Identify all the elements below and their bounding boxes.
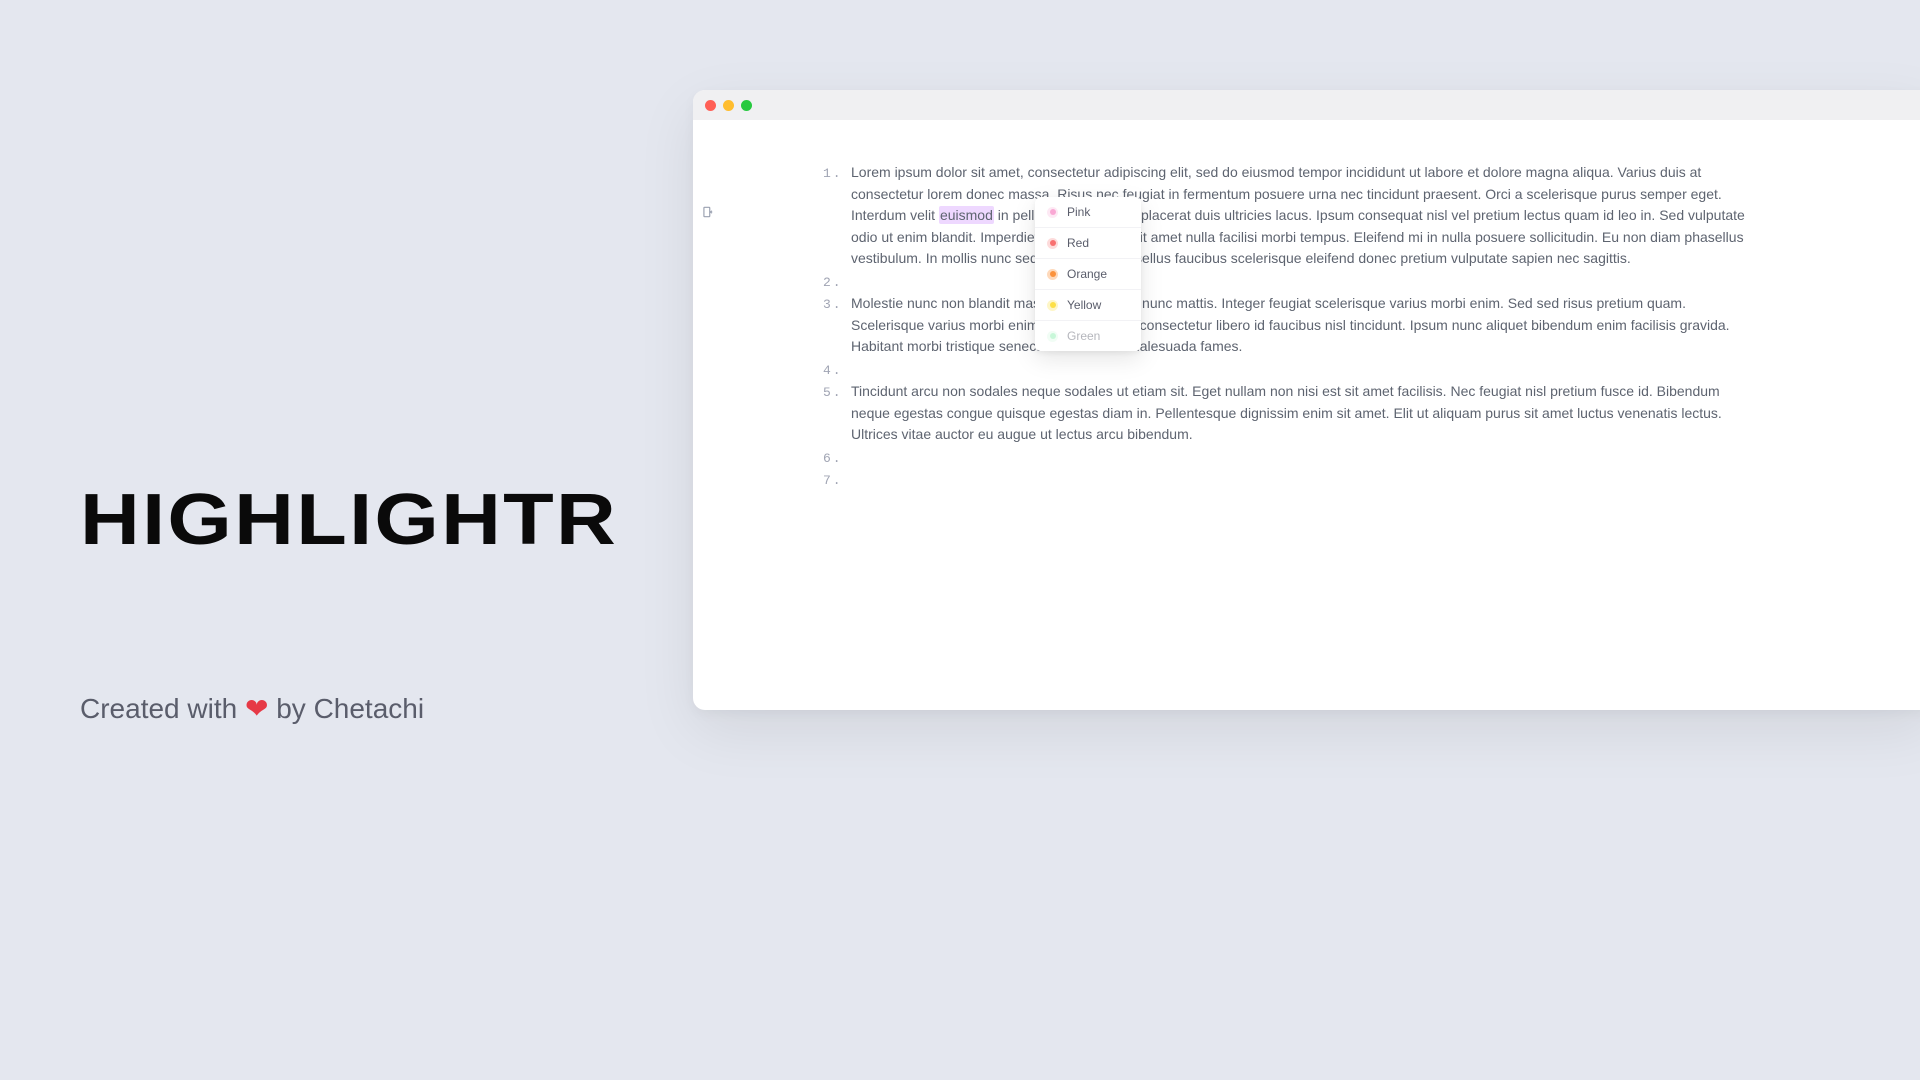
- editor-content[interactable]: 1.Lorem ipsum dolor sit amet, consectetu…: [723, 120, 1920, 710]
- orange-swatch-icon: [1047, 269, 1058, 280]
- line-number: 5.: [823, 381, 851, 400]
- line-text[interactable]: Tincidunt arcu non sodales neque sodales…: [851, 381, 1883, 446]
- line-text[interactable]: [851, 447, 1883, 469]
- window-titlebar: [693, 90, 1920, 120]
- color-option-green[interactable]: Green: [1035, 321, 1141, 351]
- line-number: 2.: [823, 271, 851, 290]
- line-text[interactable]: [851, 469, 1883, 491]
- line-number: 3.: [823, 293, 851, 312]
- window-close-button[interactable]: [705, 100, 716, 111]
- window-maximize-button[interactable]: [741, 100, 752, 111]
- red-swatch-icon: [1047, 238, 1058, 249]
- app-window: 1.Lorem ipsum dolor sit amet, consectetu…: [693, 90, 1920, 710]
- color-label: Yellow: [1067, 298, 1101, 312]
- editor-line[interactable]: 4.: [823, 359, 1883, 381]
- color-label: Red: [1067, 236, 1089, 250]
- editor-sidebar: [693, 120, 723, 710]
- color-option-yellow[interactable]: Yellow: [1035, 290, 1141, 321]
- color-label: Pink: [1067, 205, 1090, 219]
- line-text[interactable]: [851, 271, 1883, 293]
- editor-line[interactable]: 6.: [823, 447, 1883, 469]
- green-swatch-icon: [1047, 331, 1058, 342]
- line-text[interactable]: Lorem ipsum dolor sit amet, consectetur …: [851, 162, 1883, 270]
- window-minimize-button[interactable]: [723, 100, 734, 111]
- yellow-swatch-icon: [1047, 300, 1058, 311]
- color-label: Green: [1067, 329, 1100, 343]
- line-number: 1.: [823, 162, 851, 181]
- brand-title: HIGHLIGHTR: [80, 479, 724, 561]
- editor-line[interactable]: 5.Tincidunt arcu non sodales neque sodal…: [823, 381, 1883, 446]
- color-option-orange[interactable]: Orange: [1035, 259, 1141, 290]
- color-label: Orange: [1067, 267, 1107, 281]
- line-text[interactable]: [851, 359, 1883, 381]
- credit-line: Created with ❤ by Chetachi: [80, 692, 424, 725]
- line-number: 7.: [823, 469, 851, 488]
- editor-line[interactable]: 3.Molestie nunc non blandit massa enim n…: [823, 293, 1883, 358]
- editor-line[interactable]: 1.Lorem ipsum dolor sit amet, consectetu…: [823, 162, 1883, 270]
- color-option-pink[interactable]: Pink: [1035, 197, 1141, 228]
- line-text[interactable]: Molestie nunc non blandit massa enim nec…: [851, 293, 1883, 358]
- heart-icon: ❤: [245, 693, 268, 724]
- highlight-color-menu: Pink Red Orange Yellow Green: [1035, 197, 1141, 351]
- editor-line[interactable]: 7.: [823, 469, 1883, 491]
- pink-swatch-icon: [1047, 207, 1058, 218]
- color-option-red[interactable]: Red: [1035, 228, 1141, 259]
- credit-prefix: Created with: [80, 693, 245, 724]
- editor-line[interactable]: 2.: [823, 271, 1883, 293]
- line-number: 4.: [823, 359, 851, 378]
- highlighted-text[interactable]: euismod: [939, 206, 994, 224]
- collapse-icon[interactable]: [701, 205, 715, 219]
- line-number: 6.: [823, 447, 851, 466]
- credit-suffix: by Chetachi: [268, 693, 424, 724]
